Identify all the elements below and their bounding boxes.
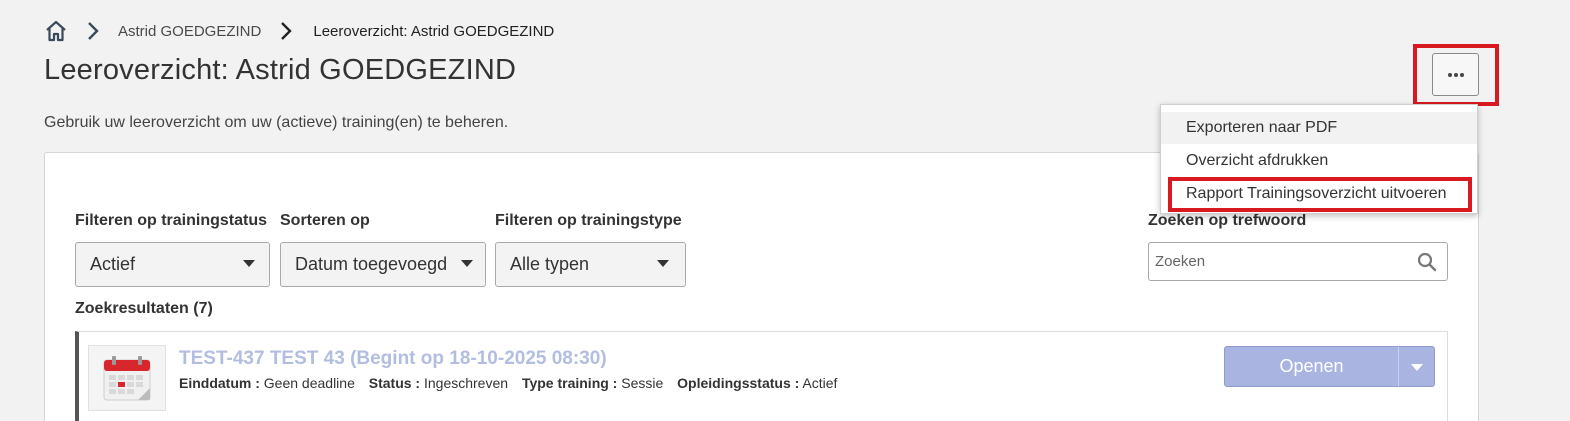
breadcrumb-item-user[interactable]: Astrid GOEDGEZIND (118, 23, 261, 40)
type-filter-label: Filteren op trainingstype (495, 212, 682, 229)
training-type-label: Type training : (521, 375, 618, 391)
type-filter-select[interactable]: Alle typen (495, 242, 686, 287)
end-date-value: Geen deadline (263, 375, 355, 391)
home-icon[interactable] (44, 19, 68, 43)
open-options-button[interactable] (1398, 346, 1435, 387)
actions-menu: Exporteren naar PDF Overzicht afdrukken … (1160, 104, 1478, 214)
caret-down-icon (1411, 364, 1423, 371)
sort-value: Datum toegevoegd (295, 254, 448, 274)
training-type-value: Sessie (621, 375, 664, 391)
status-filter-value: Actief (90, 254, 136, 274)
search-icon[interactable] (1417, 252, 1437, 272)
end-date-label: Einddatum : (179, 375, 260, 391)
status-label: Status : (368, 375, 421, 391)
status-filter-select[interactable]: Actief (75, 242, 270, 287)
breadcrumb-item-current: Leeroverzicht: Astrid GOEDGEZIND (313, 22, 555, 40)
status-filter-label: Filteren op trainingstatus (75, 212, 268, 229)
menu-item-export-pdf[interactable]: Exporteren naar PDF (1161, 112, 1477, 144)
calendar-icon (88, 345, 166, 411)
menu-item-print-overview[interactable]: Overzicht afdrukken (1161, 145, 1477, 177)
result-meta: Einddatum : Geen deadline Status : Inges… (179, 375, 837, 391)
breadcrumb: Astrid GOEDGEZIND Leeroverzicht: Astrid … (44, 18, 554, 44)
sort-label: Sorteren op (280, 212, 370, 229)
page-subtitle: Gebruik uw leeroverzicht om uw (actieve)… (44, 114, 509, 131)
search-label: Zoeken op trefwoord (1148, 212, 1307, 229)
search-box (1148, 242, 1448, 281)
search-input[interactable] (1149, 243, 1399, 280)
caret-down-icon (657, 260, 669, 267)
result-title-link[interactable]: TEST-437 TEST 43 (Begint op 18-10-2025 0… (179, 348, 607, 370)
page-title: Leeroverzicht: Astrid GOEDGEZIND (44, 54, 517, 86)
open-button[interactable]: Openen (1224, 346, 1399, 387)
type-filter-value: Alle typen (510, 254, 590, 274)
caret-down-icon (243, 260, 255, 267)
highlight-frame (1168, 177, 1472, 212)
status-value: Ingeschreven (423, 375, 509, 391)
caret-down-icon (461, 260, 473, 267)
results-count: Zoekresultaten (7) (75, 300, 213, 317)
chevron-right-icon (279, 21, 293, 41)
ellipsis-icon (1447, 72, 1464, 77)
education-status-value: Actief (802, 375, 838, 391)
more-options-button[interactable] (1432, 53, 1479, 96)
chevron-right-icon (86, 21, 100, 41)
education-status-label: Opleidingsstatus : (677, 375, 800, 391)
sort-select[interactable]: Datum toegevoegd (280, 242, 486, 287)
